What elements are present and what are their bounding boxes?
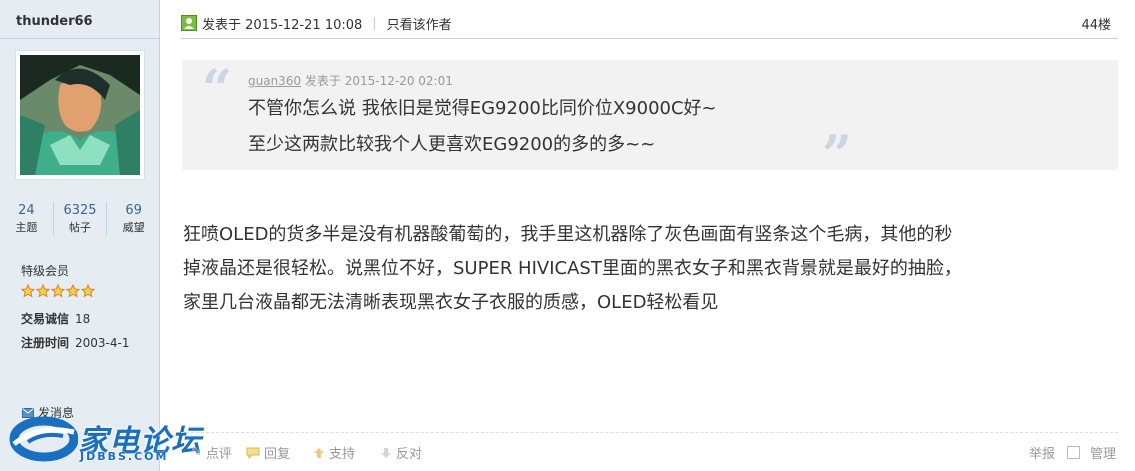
support-button[interactable]: 支持 [313, 443, 355, 462]
rate-label: 点评 [205, 447, 232, 462]
report-button[interactable]: 举报 [1029, 443, 1055, 462]
stat-threads[interactable]: 24 主题 [0, 202, 54, 236]
only-author-link[interactable]: 只看该作者 [387, 14, 452, 33]
author-name[interactable]: thunder66 [16, 14, 93, 29]
quote-meta: guan360 发表于 2015-12-20 02:01 [248, 72, 453, 89]
post-body-line: 掉液晶还是很轻松。说黑位不好，SUPER HIVICAST里面的黑衣女子和黑衣背… [183, 258, 962, 279]
post-date: 发表于 2015-12-21 10:08 [202, 17, 363, 33]
trade-label: 交易诚信 [21, 312, 70, 326]
register-date: 注册时间 2003-4-1 [21, 334, 129, 351]
quote-author-link[interactable]: guan360 [248, 74, 301, 88]
thumbs-up-icon [314, 447, 324, 458]
reply-button[interactable]: 回复 [246, 443, 290, 462]
user-level[interactable]: 特级会员 [21, 262, 69, 279]
star-icon [21, 284, 35, 298]
rate-button[interactable]: ✎ 点评 [191, 443, 232, 462]
oppose-label: 反对 [396, 447, 423, 462]
separator: | [372, 15, 377, 31]
post-body: 狂喷OLED的货多半是没有机器酸葡萄的，我手里这机器除了灰色画面有竖条这个毛病，… [183, 218, 1123, 320]
support-label: 支持 [329, 447, 356, 462]
open-quote-icon: “ [202, 59, 232, 120]
manage-checkbox[interactable]: 管理 [1067, 443, 1116, 462]
quote-line: 至少这两款比较我个人更喜欢EG9200的多的多~~ [248, 134, 656, 155]
star-icon [81, 284, 95, 298]
star-icon [36, 284, 50, 298]
report-label: 举报 [1029, 447, 1056, 462]
logo-swoosh-icon [9, 416, 79, 462]
floor-number[interactable]: 44楼 [1081, 14, 1111, 33]
register-label: 注册时间 [21, 336, 70, 350]
stat-label: 帖子 [69, 221, 91, 234]
manage-label: 管理 [1090, 447, 1117, 462]
stat-value: 6325 [63, 203, 97, 218]
stat-posts[interactable]: 6325 帖子 [54, 202, 108, 236]
rate-icon: ✎ [191, 445, 202, 460]
header-divider [181, 38, 1118, 39]
rank-stars [21, 284, 95, 298]
stat-label: 威望 [122, 221, 145, 234]
close-quote-icon: ” [822, 125, 852, 186]
trade-credit: 交易诚信 18 [21, 310, 90, 327]
quote-block: “ guan360 发表于 2015-12-20 02:01 不管你怎么说 我依… [182, 59, 1118, 182]
reply-icon [246, 447, 260, 459]
logo-domain-text: JDBBS.COM [80, 450, 169, 463]
author-sidebar: thunder66 24 主题 6325 帖子 69 威望 特级会员 交易诚信 … [0, 0, 160, 471]
stat-label: 主题 [15, 221, 38, 234]
post-header: 发表于 2015-12-21 10:08 | 只看该作者 [181, 12, 452, 34]
star-icon [51, 284, 65, 298]
register-value: 2003-4-1 [75, 336, 130, 350]
stat-value: 24 [18, 203, 35, 218]
post-body-line: 狂喷OLED的货多半是没有机器酸葡萄的，我手里这机器除了灰色画面有竖条这个毛病，… [183, 224, 953, 245]
quote-line: 不管你怎么说 我依旧是觉得EG9200比同价位X9000C好~ [248, 98, 717, 119]
trade-value: 18 [75, 312, 91, 326]
avatar[interactable] [15, 50, 145, 180]
stat-prestige[interactable]: 69 威望 [107, 202, 160, 236]
avatar-image [20, 55, 140, 175]
post-content: 发表于 2015-12-21 10:08 | 只看该作者 44楼 “ guan3… [161, 0, 1135, 471]
thumbs-down-icon [381, 447, 391, 458]
star-icon [66, 284, 80, 298]
stat-value: 69 [125, 203, 142, 218]
footer-divider [181, 432, 1118, 433]
reply-label: 回复 [264, 447, 291, 462]
oppose-button[interactable]: 反对 [380, 443, 422, 462]
divider [0, 38, 160, 39]
quote-date: 发表于 2015-12-20 02:01 [304, 74, 453, 88]
checkbox[interactable] [1067, 446, 1080, 459]
online-status-icon [181, 15, 197, 31]
user-stats: 24 主题 6325 帖子 69 威望 [0, 202, 160, 236]
post-body-line: 家里几台液晶都无法清晰表现黑衣女子衣服的质感，OLED轻松看见 [183, 292, 719, 313]
